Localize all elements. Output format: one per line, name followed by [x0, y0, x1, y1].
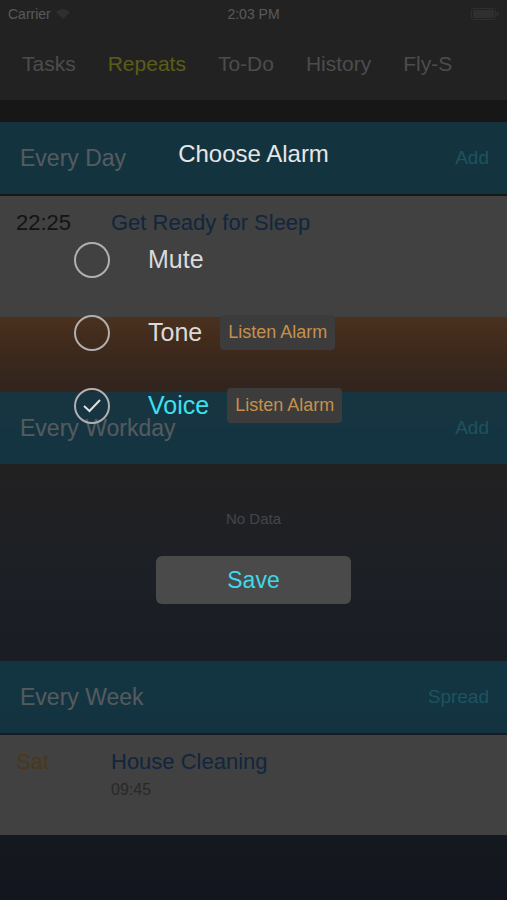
dialog-title: Choose Alarm — [0, 140, 507, 168]
alarm-option[interactable]: Voice Listen Alarm — [74, 369, 507, 442]
alarm-options: Mute Tone Listen Alarm Voice Listen Alar… — [0, 223, 507, 442]
radio-button[interactable] — [74, 315, 110, 351]
radio-button[interactable] — [74, 242, 110, 278]
option-label: Voice — [148, 391, 209, 420]
alarm-option[interactable]: Tone Listen Alarm — [74, 296, 507, 369]
option-label: Tone — [148, 318, 202, 347]
check-icon — [82, 398, 102, 414]
alarm-dialog: Choose Alarm Mute Tone Listen Alarm Voic… — [0, 0, 507, 900]
listen-alarm-button[interactable]: Listen Alarm — [220, 315, 335, 350]
save-button[interactable]: Save — [156, 556, 351, 604]
option-label: Mute — [148, 245, 204, 274]
listen-alarm-button[interactable]: Listen Alarm — [227, 388, 342, 423]
alarm-option[interactable]: Mute — [74, 223, 507, 296]
screen: Carrier 2:03 PM TasksRepeatsTo-DoHistory… — [0, 0, 507, 900]
radio-button[interactable] — [74, 388, 110, 424]
